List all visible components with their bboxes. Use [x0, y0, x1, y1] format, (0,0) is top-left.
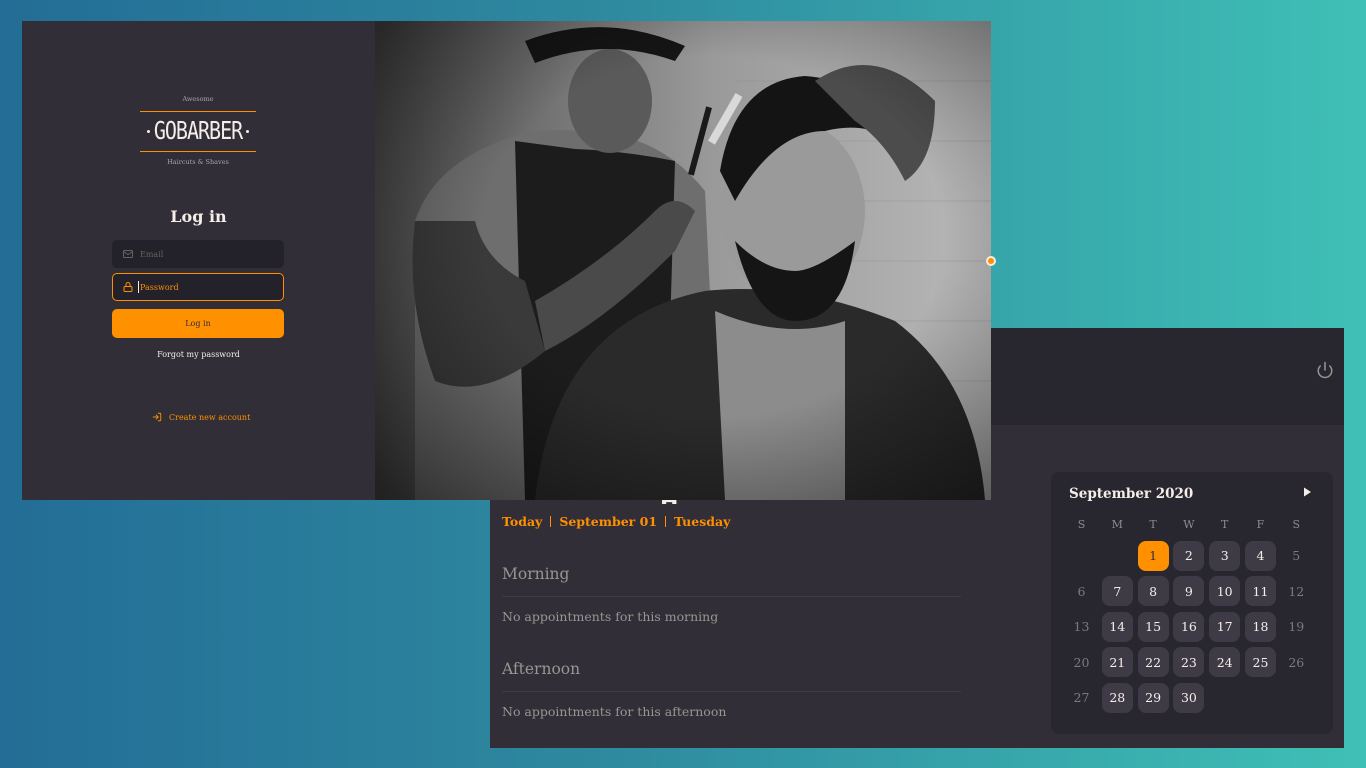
- date-separator: [665, 516, 667, 527]
- calendar-grid: S M T W T F S 1 2 3 4 5 6 7 8 9 10 11 12 13 14 15 16 17 18 19 20 21…: [1066, 515, 1312, 713]
- calendar-day-selected[interactable]: 1: [1137, 540, 1169, 571]
- gobarber-logo: Awesome GOBARBER Haircuts & Shaves: [139, 95, 257, 167]
- calendar-day[interactable]: 9: [1173, 576, 1205, 607]
- calendar-day[interactable]: 30: [1173, 682, 1205, 713]
- calendar-day[interactable]: 28: [1101, 682, 1133, 713]
- calendar-day[interactable]: 23: [1173, 647, 1205, 678]
- calendar-day[interactable]: 21: [1101, 647, 1133, 678]
- calendar-day[interactable]: 25: [1244, 647, 1276, 678]
- calendar-weekday: F: [1256, 518, 1265, 531]
- text-caret: [138, 281, 139, 293]
- calendar-day: 27: [1073, 690, 1090, 706]
- calendar-day[interactable]: 14: [1101, 611, 1133, 642]
- date-weekday: Tuesday: [674, 514, 731, 529]
- calendar-day[interactable]: 4: [1244, 540, 1276, 571]
- lock-icon: [123, 282, 133, 292]
- morning-divider: [502, 596, 961, 597]
- power-icon[interactable]: [1316, 361, 1334, 379]
- calendar-day: 20: [1073, 654, 1090, 670]
- date-separator: [550, 516, 552, 527]
- calendar-day[interactable]: 18: [1244, 611, 1276, 642]
- afternoon-divider: [502, 691, 961, 692]
- carousel-indicator: [986, 256, 996, 266]
- calendar-weekday: S: [1292, 518, 1301, 531]
- email-field[interactable]: [112, 240, 284, 268]
- calendar-month-label: September 2020: [1069, 486, 1194, 502]
- calendar-day[interactable]: 8: [1137, 576, 1169, 607]
- logo-tagline-bottom: Haircuts & Shaves: [167, 158, 229, 166]
- barber-photo-illustration: [375, 21, 991, 500]
- date-today: Today: [502, 514, 543, 529]
- calendar-day[interactable]: 17: [1209, 611, 1241, 642]
- create-account-label: Create new account: [169, 412, 251, 422]
- logo-rule: [140, 151, 256, 152]
- calendar-day[interactable]: 11: [1244, 576, 1276, 607]
- calendar-day[interactable]: 10: [1209, 576, 1241, 607]
- play-right-icon[interactable]: [1301, 486, 1313, 498]
- calendar-day[interactable]: 7: [1101, 576, 1133, 607]
- calendar-day: 5: [1292, 548, 1301, 564]
- barber-photo: [375, 21, 991, 500]
- calendar-day: 6: [1077, 583, 1086, 599]
- calendar: September 2020 S M T W T F S 1 2 3 4 5 6 7 8 9 10 11 12 13 1…: [1051, 472, 1333, 734]
- login-button[interactable]: Log in: [112, 309, 284, 338]
- logo-rule: [140, 111, 256, 112]
- calendar-day[interactable]: 3: [1209, 540, 1241, 571]
- date-day: September 01: [559, 514, 658, 529]
- forgot-password-link[interactable]: Forgot my password: [22, 350, 375, 359]
- calendar-weekday: T: [1149, 518, 1157, 531]
- afternoon-empty-message: No appointments for this afternoon: [502, 704, 727, 719]
- calendar-day[interactable]: 29: [1137, 682, 1169, 713]
- calendar-day: 26: [1288, 654, 1305, 670]
- calendar-day[interactable]: 24: [1209, 647, 1241, 678]
- login-title: Log in: [170, 207, 227, 226]
- logo-dot: [246, 130, 249, 133]
- morning-title: Morning: [502, 565, 570, 583]
- create-account-link[interactable]: Create new account: [152, 412, 250, 422]
- log-in-icon: [152, 412, 162, 422]
- selected-date-line: Today September 01 Tuesday: [502, 514, 730, 529]
- calendar-day[interactable]: 2: [1173, 540, 1205, 571]
- calendar-day[interactable]: 22: [1137, 647, 1169, 678]
- calendar-day: 13: [1073, 619, 1090, 635]
- mail-icon: [123, 250, 133, 258]
- calendar-weekday: S: [1077, 518, 1086, 531]
- calendar-day[interactable]: 15: [1137, 611, 1169, 642]
- email-input[interactable]: [140, 249, 270, 259]
- calendar-weekday: T: [1221, 518, 1229, 531]
- calendar-day: 12: [1288, 583, 1305, 599]
- calendar-day: 19: [1288, 619, 1305, 635]
- logo-tagline-top: Awesome: [182, 95, 214, 103]
- login-panel: Awesome GOBARBER Haircuts & Shaves Log i…: [22, 21, 375, 500]
- password-input[interactable]: [140, 282, 270, 292]
- morning-empty-message: No appointments for this morning: [502, 609, 719, 624]
- login-window: Awesome GOBARBER Haircuts & Shaves Log i…: [22, 21, 991, 500]
- logo-wordmark: GOBARBER: [153, 115, 243, 145]
- calendar-day[interactable]: 16: [1173, 611, 1205, 642]
- calendar-weekday: W: [1183, 518, 1195, 531]
- password-field[interactable]: [112, 273, 284, 301]
- calendar-weekday: M: [1111, 518, 1123, 531]
- afternoon-title: Afternoon: [502, 660, 581, 678]
